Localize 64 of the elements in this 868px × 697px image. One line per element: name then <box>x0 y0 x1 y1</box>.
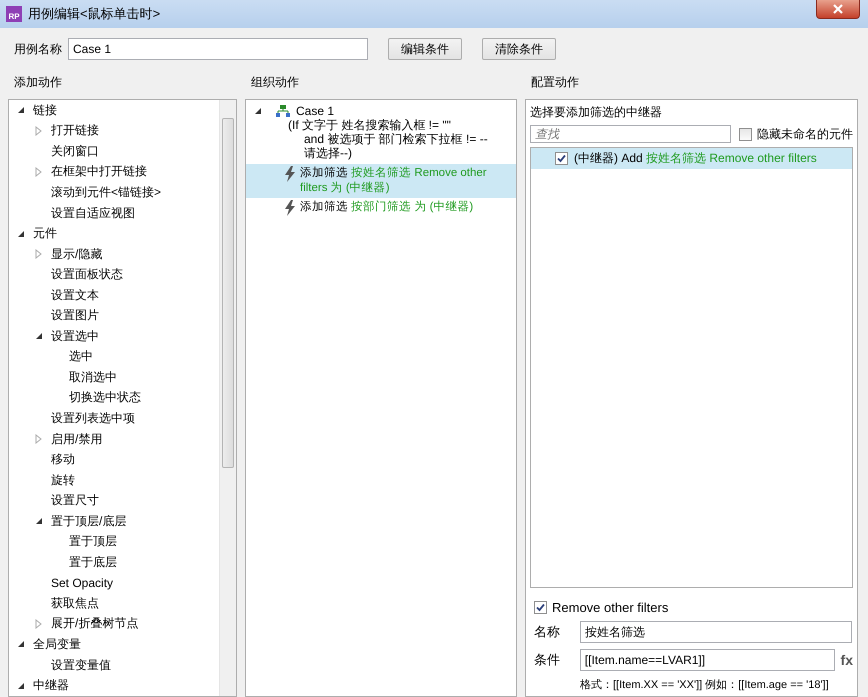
checkbox-label: 隐藏未命名的元件 <box>757 126 853 142</box>
tree-item[interactable]: 置于顶层 <box>69 533 117 550</box>
tree-item[interactable]: 关闭窗口 <box>51 142 99 160</box>
close-button[interactable] <box>816 0 860 19</box>
subheading: 选择要添加筛选的中继器 <box>530 104 663 121</box>
tree-item[interactable]: 滚动到元件<锚链接> <box>51 184 162 201</box>
check-icon <box>536 603 545 612</box>
tree-item[interactable]: 取消选中 <box>69 368 117 386</box>
field-label: 用例名称 <box>14 40 62 58</box>
name-field[interactable]: 按姓名筛选 <box>580 621 852 643</box>
case-name-field[interactable]: Case 1 <box>68 38 368 60</box>
tree-item[interactable]: Set Opacity <box>51 576 114 590</box>
lightning-icon <box>284 166 296 182</box>
tree-item[interactable]: 置于顶层/底层 <box>51 512 126 530</box>
field-label: 条件 <box>534 651 561 669</box>
tree-item[interactable]: 启用/禁用 <box>51 430 102 448</box>
tree-item[interactable]: 获取焦点 <box>51 594 99 612</box>
section-heading: 配置动作 <box>530 74 580 91</box>
app-icon: RP <box>6 6 22 22</box>
tree-item[interactable]: 显示/隐藏 <box>51 246 102 263</box>
close-icon <box>833 4 843 14</box>
tree-item[interactable]: 中继器 <box>33 677 69 694</box>
action-row[interactable]: 添加筛选 按部门筛选 为 (中继器) <box>246 198 516 218</box>
lightning-icon <box>284 200 296 216</box>
checkbox[interactable] <box>534 601 547 614</box>
tree-item[interactable]: 选中 <box>69 348 93 366</box>
checkbox[interactable] <box>555 152 568 165</box>
checkbox-label: Remove other filters <box>552 600 668 615</box>
tree-item[interactable]: 旋转 <box>51 472 75 489</box>
section-heading: 添加动作 <box>13 74 63 91</box>
tree-item[interactable]: 设置面板状态 <box>51 266 123 284</box>
tree-item[interactable]: 链接 <box>33 102 57 119</box>
fx-button[interactable]: fx <box>840 652 853 668</box>
tree-item[interactable]: 设置文本 <box>51 286 99 304</box>
tree-item[interactable]: 设置尺寸 <box>51 492 99 510</box>
tree-item[interactable]: 全局变量 <box>33 636 81 653</box>
tree-item[interactable]: 设置列表选中项 <box>51 410 135 427</box>
tree-item[interactable]: 切换选中状态 <box>69 389 141 406</box>
check-icon <box>557 154 566 163</box>
tree-item[interactable]: 打开链接 <box>51 122 99 140</box>
tree-item[interactable]: 设置自适应视图 <box>51 204 135 222</box>
hierarchy-icon <box>276 105 290 117</box>
action-button[interactable]: 编辑条件 <box>388 38 462 60</box>
tree-item[interactable]: 设置变量值 <box>51 656 111 674</box>
window-title: 用例编辑<鼠标单击时> <box>28 5 160 23</box>
tree-item[interactable]: 设置选中 <box>51 328 99 345</box>
tree-item[interactable]: 移动 <box>51 451 75 468</box>
format-hint: 格式：[[Item.XX == 'XX']] 例如：[[Item.age == '18']] <box>579 678 830 692</box>
tree-item[interactable]: 在框架中打开链接 <box>51 163 147 180</box>
section-heading: 组织动作 <box>250 74 300 91</box>
scrollbar[interactable] <box>219 100 236 696</box>
search-field[interactable]: 查找 <box>530 125 731 143</box>
checkbox[interactable] <box>739 128 752 140</box>
tree-item[interactable]: 展开/折叠树节点 <box>51 615 138 632</box>
action-row[interactable]: 添加筛选 按姓名筛选 Remove other filters 为 (中继器) <box>246 164 516 198</box>
field-label: 名称 <box>534 623 561 641</box>
tree-item[interactable]: 置于底层 <box>69 554 117 571</box>
repeater-row[interactable]: (中继器) Add 按姓名筛选 Remove other filters <box>531 148 852 169</box>
condition-field[interactable]: [[Item.name==LVAR1]] <box>580 649 835 671</box>
tree-item[interactable]: 设置图片 <box>51 307 99 324</box>
case-condition: (If 文字于 姓名搜索输入框 != "" and 被选项于 部门检索下拉框 != --请选择--) <box>287 118 489 162</box>
action-button[interactable]: 清除条件 <box>482 38 556 60</box>
case-label[interactable]: Case 1 <box>296 104 334 118</box>
tree-item[interactable]: 元件 <box>33 225 57 242</box>
